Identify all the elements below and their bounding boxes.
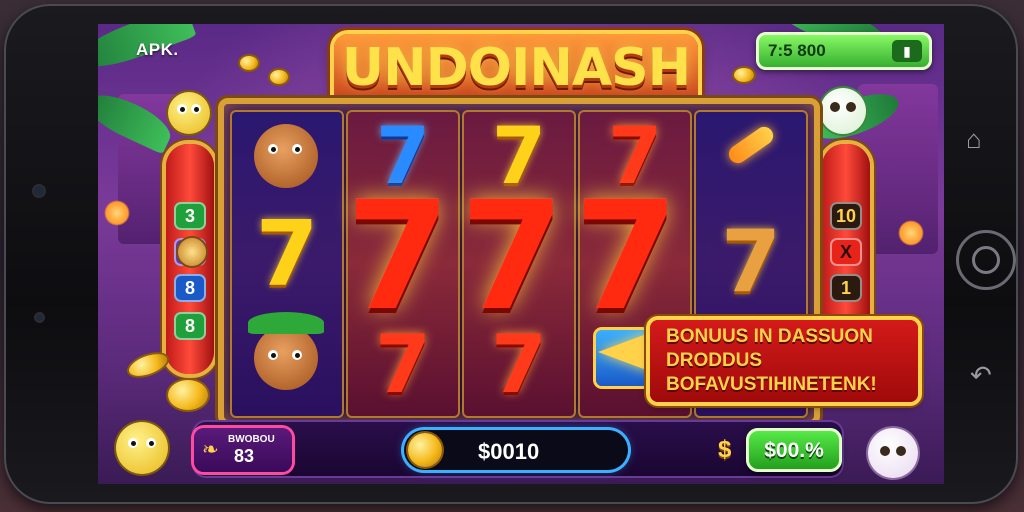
bet-panel[interactable]: ❧ BWOBOU 83 [194,428,292,472]
yellow-seven-symbol: 7 [255,202,319,307]
bet-value: 83 [234,446,255,466]
beaver-hat-symbol [248,312,324,390]
win-value: $00.% [764,439,824,462]
floating-coin [270,70,288,84]
mascot-bottom-left [116,422,168,474]
floating-coin [734,68,754,82]
beaver-symbol [254,124,318,188]
game-title: UNDOINASH [341,38,691,98]
right-chip[interactable]: X [830,238,862,266]
currency-symbol: $ [718,436,732,463]
right-chip[interactable]: 10 [830,202,862,230]
home-icon[interactable]: ⌂ [966,126,982,152]
win-button[interactable]: $00.% [746,428,842,472]
phone-frame: ⌂ ↶ APK. UNDOINASH 7:5 800 ▮ 3 8 8 10 X … [4,4,1018,504]
background-lamp [104,200,130,226]
left-column-knob [178,238,206,266]
background-lamp [898,220,924,246]
camera-lens [34,186,44,196]
winning-seven: 7 [574,170,679,344]
sensor-dot [36,314,43,321]
back-icon[interactable]: ↶ [970,362,992,388]
torch-symbol [725,123,777,167]
wallet-balance[interactable]: 7:5 800 ▮ [756,32,932,70]
right-chip[interactable]: 1 [830,274,862,302]
home-button-icon [972,246,1000,274]
bonus-arrow-icon [598,332,652,372]
bonus-line-2: DRODDUS [666,350,763,371]
left-chip[interactable]: 8 [174,274,206,302]
left-chip[interactable]: 3 [174,202,206,230]
heart-icon: ❧ [202,439,219,461]
bonus-line-3: BOFAVUSTIHINETENK! [666,374,877,395]
credit-value: $0010 [478,439,540,464]
apk-badge: APK. [136,40,179,59]
left-chip[interactable]: 8 [174,312,206,340]
winning-seven: 7 [460,170,565,344]
gold-seven-tile-symbol: 7 [721,212,781,312]
bonus-line-1: BONUUS IN DASSUON [666,326,873,347]
wallet-add-icon[interactable]: ▮ [892,40,922,62]
winning-seven: 7 [346,170,451,344]
floating-coin [240,56,258,70]
mascot-top-left [168,92,210,134]
floating-coin [126,349,170,381]
coin-stack [168,380,208,410]
bonus-banner[interactable]: BONUUS IN DASSUON DRODDUS BOFAVUSTIHINET… [650,320,918,402]
home-button[interactable] [956,230,1016,290]
mascot-bottom-right [868,428,918,478]
reel-1[interactable]: 7 [230,110,344,418]
game-screen[interactable]: APK. UNDOINASH 7:5 800 ▮ 3 8 8 8 [98,24,944,484]
coin-icon [408,433,442,467]
wallet-balance-value: 7:5 800 [768,41,826,60]
bet-label: BWOBOU [228,434,275,445]
